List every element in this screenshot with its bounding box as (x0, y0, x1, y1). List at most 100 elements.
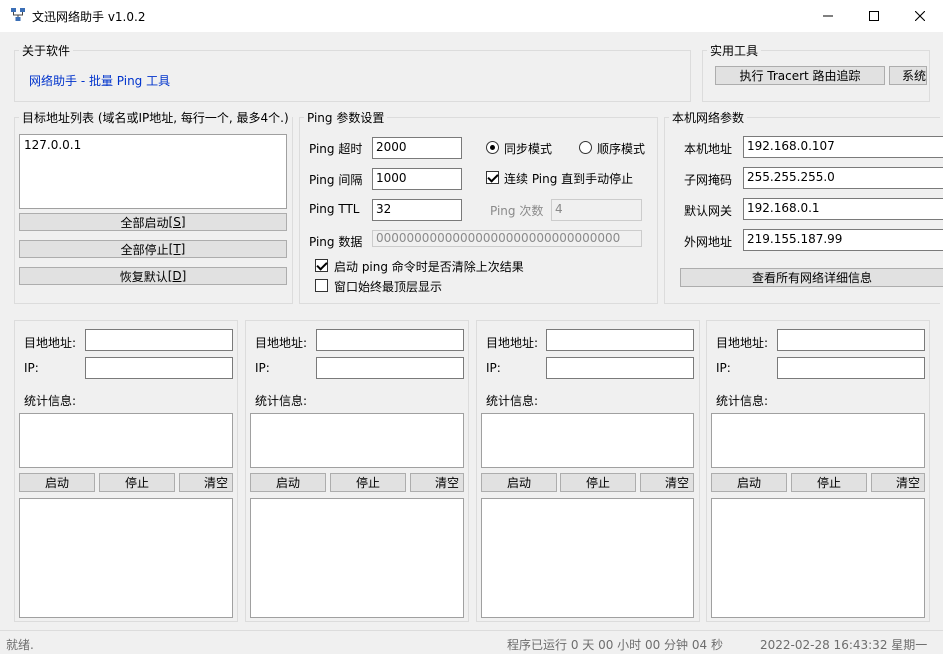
close-icon (915, 11, 925, 21)
local-ip-field[interactable]: 192.168.0.107 (743, 136, 943, 158)
ping-data-input[interactable]: 00000000000000000000000000000000 (372, 230, 642, 247)
restore-defaults-label: 恢复默认 (119, 269, 168, 284)
ping-settings-legend: Ping 参数设置 (307, 111, 385, 125)
system-button[interactable]: 系统 (889, 66, 927, 85)
panel-2-dest-input[interactable] (316, 329, 464, 351)
clear-on-start-checkbox[interactable] (315, 259, 328, 272)
ping-interval-label: Ping 间隔 (309, 173, 363, 187)
panel-1-clear-button[interactable]: 清空 (179, 473, 233, 492)
panel-4-ip-label: IP: (716, 361, 731, 375)
panel-4-ip-input[interactable] (777, 357, 925, 379)
public-ip-field[interactable]: 219.155.187.99 (743, 229, 943, 251)
targets-legend: 目标地址列表 (域名或IP地址, 每行一个, 最多4个.) (22, 111, 289, 125)
panel-1-dest-input[interactable] (85, 329, 233, 351)
sync-mode-radio[interactable] (486, 141, 499, 154)
local-ip-label: 本机地址 (684, 142, 733, 156)
ping-data-label: Ping 数据 (309, 235, 363, 249)
panel-3-ip-input[interactable] (546, 357, 694, 379)
panel-4-dest-input[interactable] (777, 329, 925, 351)
panel-3-stop-button[interactable]: 停止 (560, 473, 636, 492)
sequential-mode-radio[interactable] (579, 141, 592, 154)
panel-3-stats-box[interactable] (481, 413, 694, 468)
continuous-ping-checkbox[interactable] (486, 171, 499, 184)
continuous-ping-label[interactable]: 连续 Ping 直到手动停止 (504, 170, 633, 187)
panel-3-stats-label: 统计信息: (486, 394, 539, 408)
ping-count-label: Ping 次数 (490, 204, 544, 218)
always-on-top-label[interactable]: 窗口始终最顶层显示 (334, 278, 442, 295)
panel-4-stop-button[interactable]: 停止 (791, 473, 867, 492)
panel-2-stop-button[interactable]: 停止 (330, 473, 406, 492)
panel-2-clear-button[interactable]: 清空 (410, 473, 464, 492)
panel-1-stats-label: 统计信息: (24, 394, 77, 408)
ping-ttl-input[interactable]: 32 (372, 199, 462, 221)
panel-3-dest-input[interactable] (546, 329, 694, 351)
panel-2-output-box[interactable] (250, 498, 464, 618)
panel-2-dest-label: 目地地址: (255, 336, 308, 350)
network-params-legend: 本机网络参数 (672, 111, 745, 125)
panel-4-stats-label: 统计信息: (716, 394, 769, 408)
panel-3-ip-label: IP: (486, 361, 501, 375)
ping-ttl-label: Ping TTL (309, 202, 360, 216)
panel-3-dest-label: 目地地址: (486, 336, 539, 350)
close-button[interactable] (897, 0, 943, 32)
gateway-label: 默认网关 (684, 204, 733, 218)
panel-2-stats-label: 统计信息: (255, 394, 308, 408)
panel-1-stats-box[interactable] (19, 413, 233, 468)
panel-4-stats-box[interactable] (711, 413, 925, 468)
always-on-top-checkbox[interactable] (315, 279, 328, 292)
panel-1-ip-label: IP: (24, 361, 39, 375)
status-datetime: 2022-02-28 16:43:32 星期一 (760, 638, 928, 652)
tracert-button[interactable]: 执行 Tracert 路由追踪 (715, 66, 885, 85)
panel-1-ip-input[interactable] (85, 357, 233, 379)
panel-4-start-button[interactable]: 启动 (711, 473, 787, 492)
panel-1-start-button[interactable]: 启动 (19, 473, 95, 492)
ping-timeout-label: Ping 超时 (309, 142, 363, 156)
start-all-shortcut: [S] (168, 215, 186, 229)
status-ready: 就绪. (6, 638, 34, 652)
network-app-icon (10, 7, 26, 23)
start-all-label: 全部启动 (120, 215, 169, 230)
maximize-button[interactable] (851, 0, 897, 32)
status-bar: 就绪. 程序已运行 0 天 00 小时 00 分钟 04 秒 2022-02-2… (0, 630, 943, 654)
panel-1-dest-label: 目地地址: (24, 336, 77, 350)
panel-1-stop-button[interactable]: 停止 (99, 473, 175, 492)
panel-4-output-box[interactable] (711, 498, 925, 618)
about-link[interactable]: 网络助手 - 批量 Ping 工具 (29, 72, 170, 89)
minimize-icon (823, 15, 833, 17)
stop-all-button[interactable]: 全部停止 [T] (19, 240, 287, 258)
window-title: 文迅网络助手 v1.0.2 (32, 10, 146, 24)
panel-2-start-button[interactable]: 启动 (250, 473, 326, 492)
maximize-icon (869, 11, 879, 21)
sequential-mode-label[interactable]: 顺序模式 (597, 140, 645, 157)
restore-defaults-shortcut: [D] (167, 269, 187, 283)
subnet-mask-field[interactable]: 255.255.255.0 (743, 167, 943, 189)
panel-2-stats-box[interactable] (250, 413, 464, 468)
panel-3-clear-button[interactable]: 清空 (640, 473, 694, 492)
start-all-button[interactable]: 全部启动 [S] (19, 213, 287, 231)
clear-on-start-label[interactable]: 启动 ping 命令时是否清除上次结果 (334, 258, 524, 275)
stop-all-shortcut: [T] (168, 242, 186, 256)
public-ip-label: 外网地址 (684, 235, 733, 249)
ping-count-input[interactable]: 4 (551, 199, 642, 221)
subnet-mask-label: 子网掩码 (684, 173, 733, 187)
panel-3-output-box[interactable] (481, 498, 694, 618)
network-details-button[interactable]: 查看所有网络详细信息 (680, 268, 943, 287)
panel-2-ip-input[interactable] (316, 357, 464, 379)
panel-4-dest-label: 目地地址: (716, 336, 769, 350)
status-runtime: 程序已运行 0 天 00 小时 00 分钟 04 秒 (507, 638, 723, 652)
sync-mode-label[interactable]: 同步模式 (504, 140, 552, 157)
panel-4-clear-button[interactable]: 清空 (871, 473, 925, 492)
tools-legend: 实用工具 (710, 44, 759, 58)
ping-timeout-input[interactable]: 2000 (372, 137, 462, 159)
target-list-input[interactable]: 127.0.0.1 (19, 134, 287, 209)
stop-all-label: 全部停止 (120, 242, 169, 257)
about-legend: 关于软件 (22, 44, 71, 58)
panel-1-output-box[interactable] (19, 498, 233, 618)
minimize-button[interactable] (805, 0, 851, 32)
title-bar: 文迅网络助手 v1.0.2 (0, 0, 943, 32)
ping-interval-input[interactable]: 1000 (372, 168, 462, 190)
gateway-field[interactable]: 192.168.0.1 (743, 198, 943, 220)
restore-defaults-button[interactable]: 恢复默认 [D] (19, 267, 287, 285)
panel-2-ip-label: IP: (255, 361, 270, 375)
panel-3-start-button[interactable]: 启动 (481, 473, 557, 492)
